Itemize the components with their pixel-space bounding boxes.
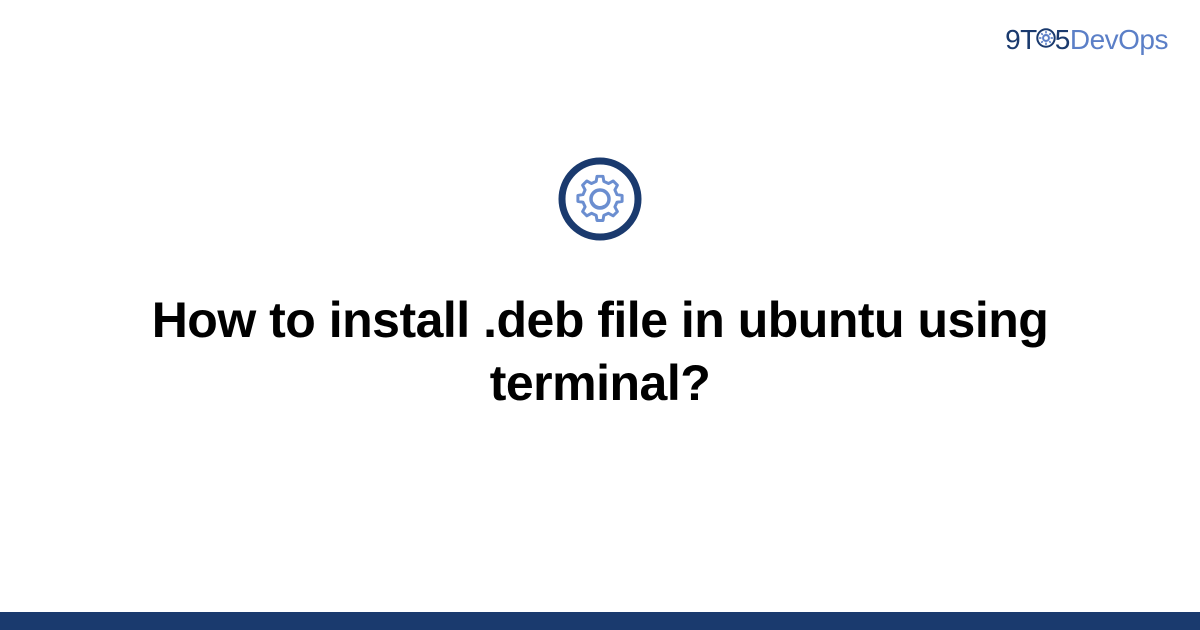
page-title: How to install .deb file in ubuntu using… bbox=[100, 289, 1100, 414]
main-content: How to install .deb file in ubuntu using… bbox=[0, 0, 1200, 630]
gear-large-icon bbox=[557, 156, 643, 247]
footer-bar bbox=[0, 612, 1200, 630]
